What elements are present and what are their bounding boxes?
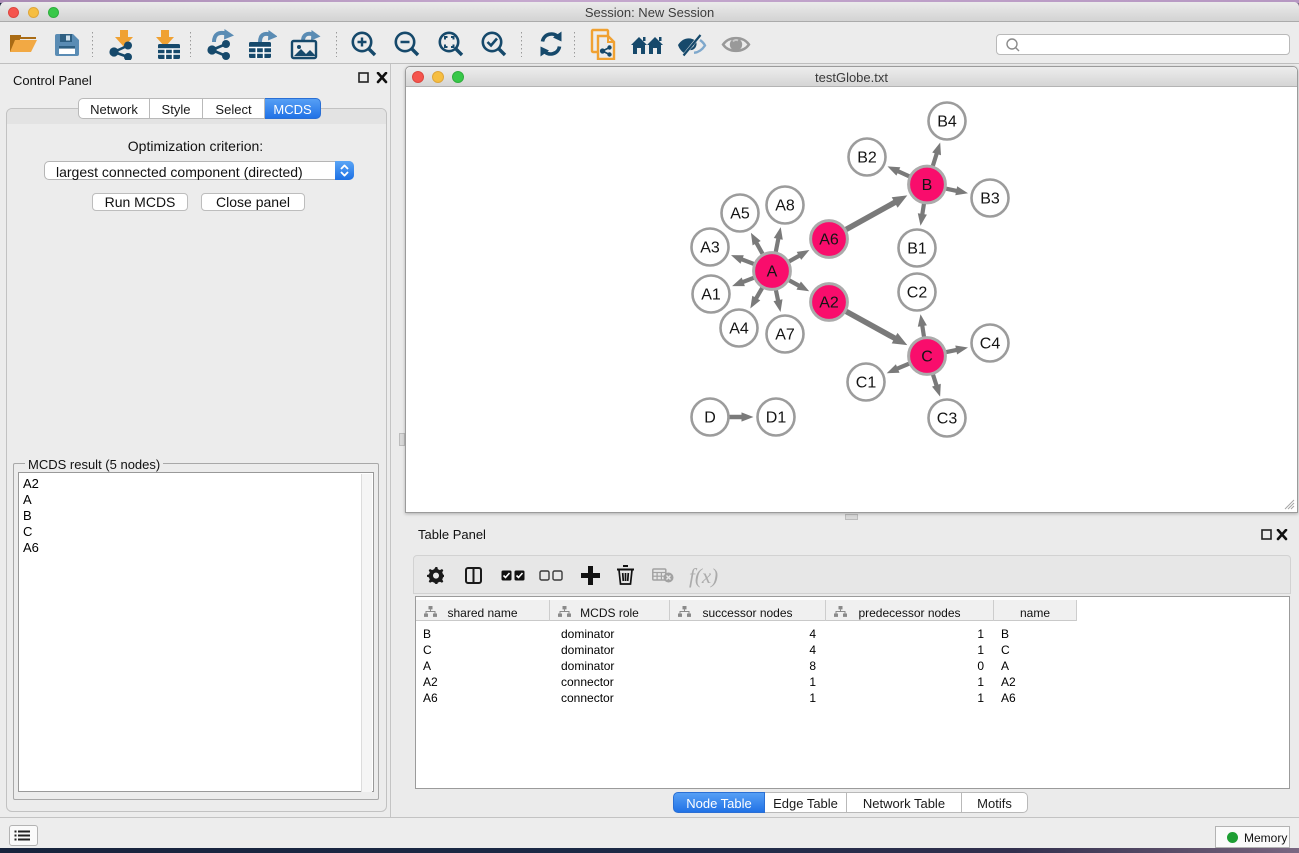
svg-text:C4: C4 <box>980 336 1001 353</box>
svg-text:A7: A7 <box>775 327 795 344</box>
svg-text:D1: D1 <box>766 410 787 427</box>
svg-text:C1: C1 <box>856 375 877 392</box>
svg-text:C2: C2 <box>907 285 928 302</box>
svg-text:C: C <box>921 349 933 366</box>
svg-text:A6: A6 <box>819 232 839 249</box>
svg-text:A3: A3 <box>700 240 720 257</box>
svg-text:B4: B4 <box>937 114 957 131</box>
svg-text:B: B <box>922 177 933 194</box>
svg-text:A2: A2 <box>819 295 839 312</box>
svg-text:A5: A5 <box>730 206 750 223</box>
svg-text:C3: C3 <box>937 411 958 428</box>
svg-text:B3: B3 <box>980 191 1000 208</box>
svg-text:D: D <box>704 410 716 427</box>
svg-text:A8: A8 <box>775 198 795 215</box>
svg-text:A1: A1 <box>701 287 721 304</box>
svg-text:A4: A4 <box>729 321 749 338</box>
svg-text:B1: B1 <box>907 241 927 258</box>
svg-text:B2: B2 <box>857 150 877 167</box>
svg-text:A: A <box>767 264 778 281</box>
